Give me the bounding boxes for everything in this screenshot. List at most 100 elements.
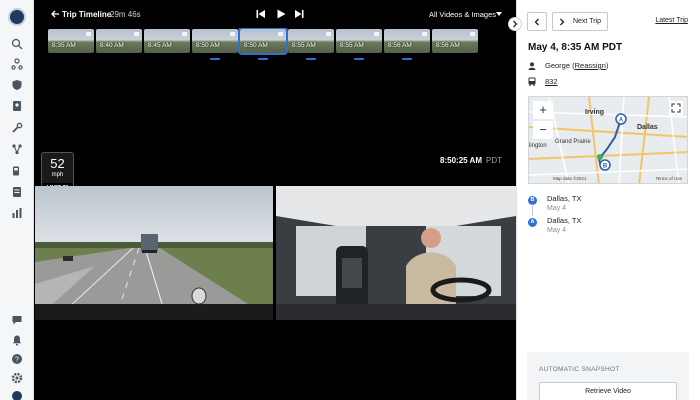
video-timestamp: 8:50:25 AM PDT	[440, 156, 502, 165]
timeline-event-marker	[210, 58, 220, 60]
logo-icon[interactable]	[8, 8, 26, 26]
zoom-in-button[interactable]: +	[533, 101, 553, 119]
road-scene-image	[35, 186, 273, 320]
routes-icon[interactable]	[11, 58, 23, 70]
timeline-thumbnail[interactable]: 8:35 AM	[48, 29, 94, 53]
trip-details-panel: Next Trip Latest Trip May 4, 8:35 AM PDT…	[516, 0, 700, 400]
automatic-snapshot-card: AUTOMATIC SNAPSHOT Retrieve Video	[527, 352, 689, 400]
video-camera-icon	[326, 32, 331, 36]
cab-scene-image	[276, 186, 516, 320]
timestamp-timezone: PDT	[486, 156, 502, 165]
thumbnail-time: 8:56 AM	[436, 42, 460, 49]
collapse-panel-button[interactable]	[508, 17, 522, 31]
trip-duration: 29m 46s	[110, 10, 141, 19]
vehicle-icon	[528, 77, 536, 86]
zoom-out-button[interactable]: −	[533, 121, 553, 139]
skip-back-icon[interactable]	[255, 8, 267, 20]
documents-icon[interactable]	[11, 186, 23, 198]
timeline-thumbnail[interactable]: 8:55 AM	[336, 29, 382, 53]
timeline-thumbnail[interactable]: 8:55 AM	[288, 29, 334, 53]
video-camera-icon	[470, 32, 475, 36]
timeline-thumbnail[interactable]: 8:40 AM	[96, 29, 142, 53]
next-trip-button[interactable]: Next Trip	[552, 12, 608, 31]
retrieve-video-button[interactable]: Retrieve Video	[539, 382, 677, 400]
wrench-icon[interactable]	[11, 122, 23, 134]
next-trip-label: Next Trip	[572, 18, 601, 25]
timeline-thumbnail[interactable]: 8:50 AM	[238, 28, 288, 55]
thumbnail-time: 8:40 AM	[100, 42, 124, 49]
thumbnail-time: 8:45 AM	[148, 42, 172, 49]
fullscreen-icon	[671, 103, 681, 113]
trip-map[interactable]: A B + − Irving Dallas lington Grand Prai…	[528, 96, 688, 184]
search-icon[interactable]	[11, 38, 23, 50]
video-area: Trip Timeline 29m 46s All Videos & Image…	[34, 0, 516, 400]
thumbnail-time: 8:35 AM	[52, 42, 76, 49]
map-label-irving: Irving	[585, 109, 605, 116]
fullscreen-button[interactable]	[669, 101, 683, 115]
play-icon[interactable]	[275, 8, 287, 20]
avatar[interactable]	[11, 390, 23, 400]
shield-icon[interactable]	[11, 79, 23, 91]
timeline-thumbnail[interactable]: 8:56 AM	[384, 29, 430, 53]
thumbnail-time: 8:50 AM	[196, 42, 220, 49]
reports-icon[interactable]	[11, 207, 23, 219]
video-camera-icon	[278, 32, 283, 36]
thumbnail-time: 8:56 AM	[388, 42, 412, 49]
forward-camera-video[interactable]	[35, 186, 273, 320]
timeline-thumbnail[interactable]: 8:56 AM	[432, 29, 478, 53]
timestamp-value: 8:50:25 AM	[440, 156, 482, 165]
driver-icon[interactable]	[11, 100, 23, 112]
timeline-event-marker	[306, 58, 316, 60]
video-camera-icon	[230, 32, 235, 36]
help-icon[interactable]: ?	[11, 353, 23, 365]
thumbnail-time: 8:55 AM	[292, 42, 316, 49]
previous-trip-button[interactable]	[527, 12, 547, 31]
timeline-event-marker	[402, 58, 412, 60]
connections-icon[interactable]	[11, 143, 23, 155]
trip-title: Trip Timeline	[62, 10, 112, 19]
chevron-down-icon[interactable]	[496, 12, 502, 16]
timeline-thumbnail[interactable]: 8:50 AM	[192, 29, 238, 53]
svg-text:?: ?	[15, 357, 19, 364]
timeline-event-marker	[258, 58, 268, 60]
driver-name: George	[545, 61, 571, 70]
app: ? Trip Timeline 29m 46s All Videos & Ima…	[0, 0, 700, 400]
skip-forward-icon[interactable]	[293, 8, 305, 20]
chat-icon[interactable]	[11, 314, 23, 326]
stop-city: Dallas, TX	[547, 194, 582, 203]
map-label-grand-prairie: Grand Prairie	[555, 139, 591, 145]
sidebar-nav: ?	[0, 0, 34, 400]
stop-date: May 4	[547, 227, 567, 234]
thumbnail-time: 8:50 AM	[244, 42, 268, 49]
map-label-arlington: lington	[529, 143, 547, 149]
latest-trip-link[interactable]: Latest Trip	[655, 17, 688, 24]
timeline-thumbnail-strip[interactable]: 8:35 AM 8:40 AM 8:45 AM 8:50 AM 8:50 AM 8:55 …	[48, 28, 508, 64]
stop-marker-a-icon: A	[528, 218, 537, 227]
stop-city: Dallas, TX	[547, 216, 582, 225]
vehicle-row: 832	[528, 77, 558, 86]
svg-text:B: B	[603, 164, 608, 170]
driver-camera-video[interactable]	[276, 186, 516, 320]
thumbnail-time: 8:55 AM	[340, 42, 364, 49]
timeline-thumbnail[interactable]: 8:45 AM	[144, 29, 190, 53]
video-camera-icon	[86, 32, 91, 36]
trip-title-date: May 4, 8:35 AM PDT	[528, 42, 623, 53]
chevron-left-icon	[534, 18, 539, 25]
bell-icon[interactable]	[11, 334, 23, 346]
speed-unit: mph	[51, 172, 64, 178]
reassign-link[interactable]: Reassign	[575, 61, 606, 70]
gear-icon[interactable]	[11, 372, 23, 384]
driver-row: George (Reassign)	[528, 61, 608, 70]
video-camera-icon	[134, 32, 139, 36]
media-filter-dropdown[interactable]: All Videos & Images	[429, 10, 496, 19]
back-arrow-icon[interactable]	[50, 9, 60, 19]
timeline-header: Trip Timeline 29m 46s All Videos & Image…	[34, 0, 516, 28]
vehicle-link[interactable]: 832	[545, 77, 558, 86]
fuel-icon[interactable]	[11, 165, 23, 177]
map-copyright: Map data ©2021	[553, 176, 587, 181]
person-icon	[528, 61, 536, 70]
stop-connector	[532, 204, 533, 216]
video-camera-icon	[182, 32, 187, 36]
map-terms-link[interactable]: Terms of Use	[655, 176, 682, 181]
chevron-right-icon	[513, 20, 518, 28]
